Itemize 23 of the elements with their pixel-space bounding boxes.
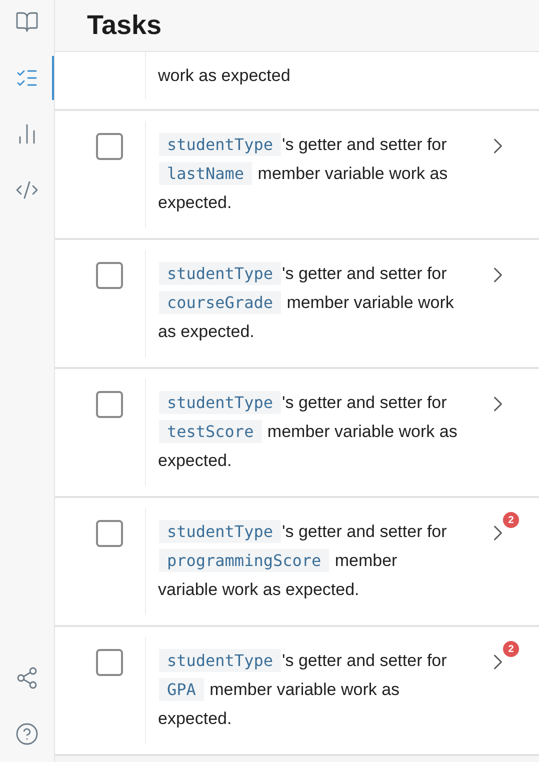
task-description: studentType 's getter and setter for courseGrade member variable work as expected. [158, 261, 455, 343]
share-icon[interactable] [15, 666, 39, 690]
book-icon[interactable] [15, 10, 39, 34]
page-title: Tasks [87, 9, 162, 42]
task-description: studentType 's getter and setter for testScore member variable work as expected. [158, 390, 458, 472]
task-card[interactable]: studentType 's getter and setter for GPA member variable work as expected. 2 [55, 627, 539, 756]
task-description: studentType 's getter and setter for GPA member variable work as expected. [158, 648, 448, 730]
task-card[interactable]: work as expected [55, 52, 539, 111]
task-description: studentType 's getter and setter for lastName member variable work as expected. [158, 132, 449, 214]
task-card[interactable]: studentType 's getter and setter for testScore member variable work as expected. [55, 369, 539, 498]
notification-count: 2 [503, 512, 519, 528]
checkbox[interactable] [96, 391, 123, 418]
notification-count: 2 [503, 641, 519, 657]
task-description: work as expected [158, 65, 292, 87]
checkbox[interactable] [96, 649, 123, 676]
checkbox[interactable] [96, 133, 123, 160]
task-description: studentType 's getter and setter for programmingScore member variable work as expected. [158, 519, 448, 601]
task-card[interactable]: studentType 's getter and setter for lastName member variable work as expected. [55, 111, 539, 240]
checkbox[interactable] [96, 262, 123, 289]
help-icon[interactable] [15, 722, 39, 746]
task-card[interactable]: studentType 's getter and setter for courseGrade member variable work as expected. [55, 240, 539, 369]
checkbox[interactable] [96, 520, 123, 547]
task-card[interactable]: studentType 's getter and setter for programmingScore member variable work as expected. 2 [55, 498, 539, 627]
